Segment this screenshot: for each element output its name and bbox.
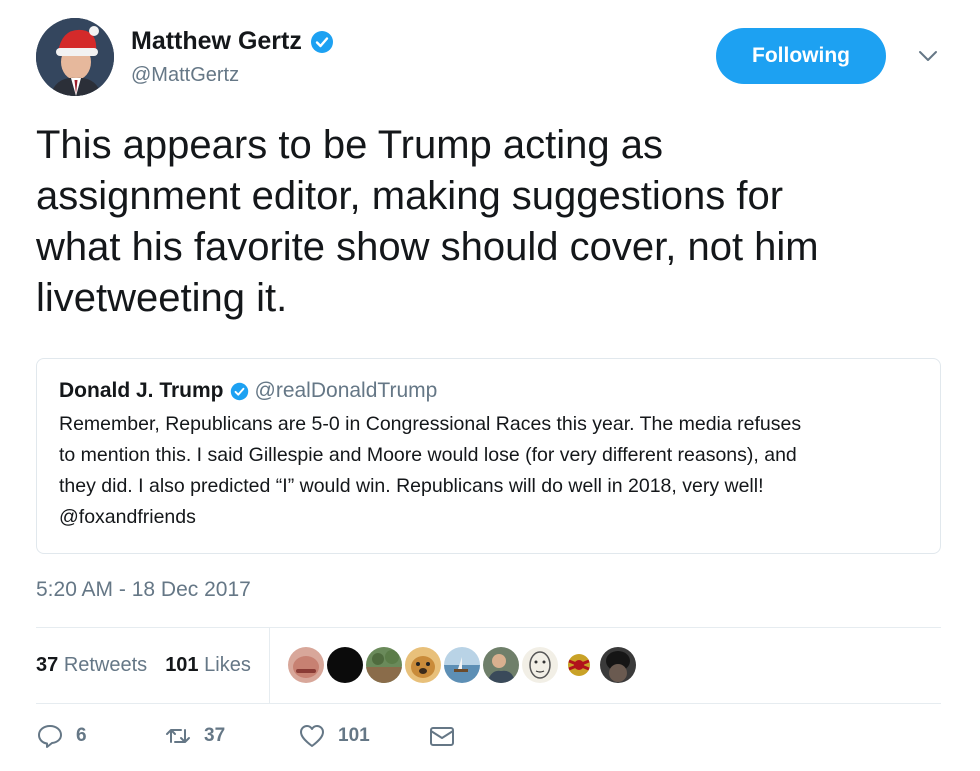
tweet-line: This appears to be Trump acting as	[36, 123, 663, 167]
engagement-stats: 37 Retweets 101 Likes	[36, 627, 941, 703]
retweet-button[interactable]: 37	[164, 722, 298, 750]
retweets-count: 37	[36, 653, 59, 676]
quoted-line: Remember, Republicans are 5-0 in Congres…	[59, 413, 802, 435]
author-handle[interactable]: @MattGertz	[131, 64, 239, 87]
author-name[interactable]: Matthew Gertz	[131, 27, 302, 56]
author-name-row[interactable]: Matthew Gertz	[131, 27, 334, 56]
retweet-icon	[166, 729, 190, 743]
tweet-text: This appears to be Trump acting as assig…	[36, 120, 946, 324]
reply-button[interactable]: 6	[36, 722, 164, 750]
heart-icon	[300, 725, 324, 747]
tweet-timestamp[interactable]: 5:20 AM - 18 Dec 2017	[36, 578, 251, 602]
quoted-line: they did. I also predicted “I” would win…	[59, 475, 764, 497]
quoted-author-name: Donald J. Trump	[59, 379, 224, 402]
liker-avatar[interactable]	[365, 647, 402, 683]
chevron-down-icon[interactable]	[916, 46, 940, 66]
quoted-tweet[interactable]: Donald J. Trump @realDonaldTrump Remembe…	[36, 358, 941, 554]
reply-icon	[38, 725, 62, 748]
liker-avatars	[287, 647, 636, 683]
verified-badge-icon	[230, 382, 248, 400]
envelope-icon	[430, 727, 454, 746]
liker-avatar[interactable]	[560, 647, 597, 683]
likes-count: 101	[165, 653, 199, 676]
reply-count: 6	[76, 725, 87, 746]
quoted-line: to mention this. I said Gillespie and Mo…	[59, 444, 797, 466]
following-button[interactable]: Following	[716, 28, 886, 84]
retweets-label: Retweets	[63, 653, 148, 676]
quoted-author-handle: @realDonaldTrump	[254, 379, 438, 402]
retweet-count: 37	[204, 725, 226, 746]
quoted-line: @foxandfriends	[59, 506, 196, 528]
tweet-line: assignment editor, making suggestions fo…	[36, 174, 784, 218]
quoted-tweet-header: Donald J. Trump @realDonaldTrump	[59, 379, 916, 403]
liker-avatar[interactable]	[443, 647, 480, 683]
stats-separator	[268, 627, 270, 703]
verified-badge-icon	[310, 30, 333, 53]
quoted-tweet-text: Remember, Republicans are 5-0 in Congres…	[59, 409, 929, 533]
like-count: 101	[338, 725, 370, 746]
liker-avatar[interactable]	[404, 647, 441, 683]
direct-message-button[interactable]	[428, 722, 456, 750]
tweet-line: what his favorite show should cover, not…	[36, 225, 819, 269]
liker-avatar[interactable]	[482, 647, 519, 683]
likes-stat[interactable]: 101 Likes	[165, 654, 251, 677]
tweet-line: livetweeting it.	[36, 276, 288, 320]
retweets-stat[interactable]: 37 Retweets	[36, 654, 147, 677]
liker-avatar[interactable]	[326, 647, 363, 683]
like-button[interactable]: 101	[298, 722, 428, 750]
divider	[36, 703, 941, 704]
liker-avatar[interactable]	[599, 647, 636, 683]
tweet-actions: 6 37 101	[36, 722, 456, 750]
likes-label: Likes	[204, 653, 251, 676]
liker-avatar[interactable]	[287, 647, 324, 683]
liker-avatar[interactable]	[521, 647, 558, 683]
author-avatar[interactable]	[36, 18, 114, 96]
